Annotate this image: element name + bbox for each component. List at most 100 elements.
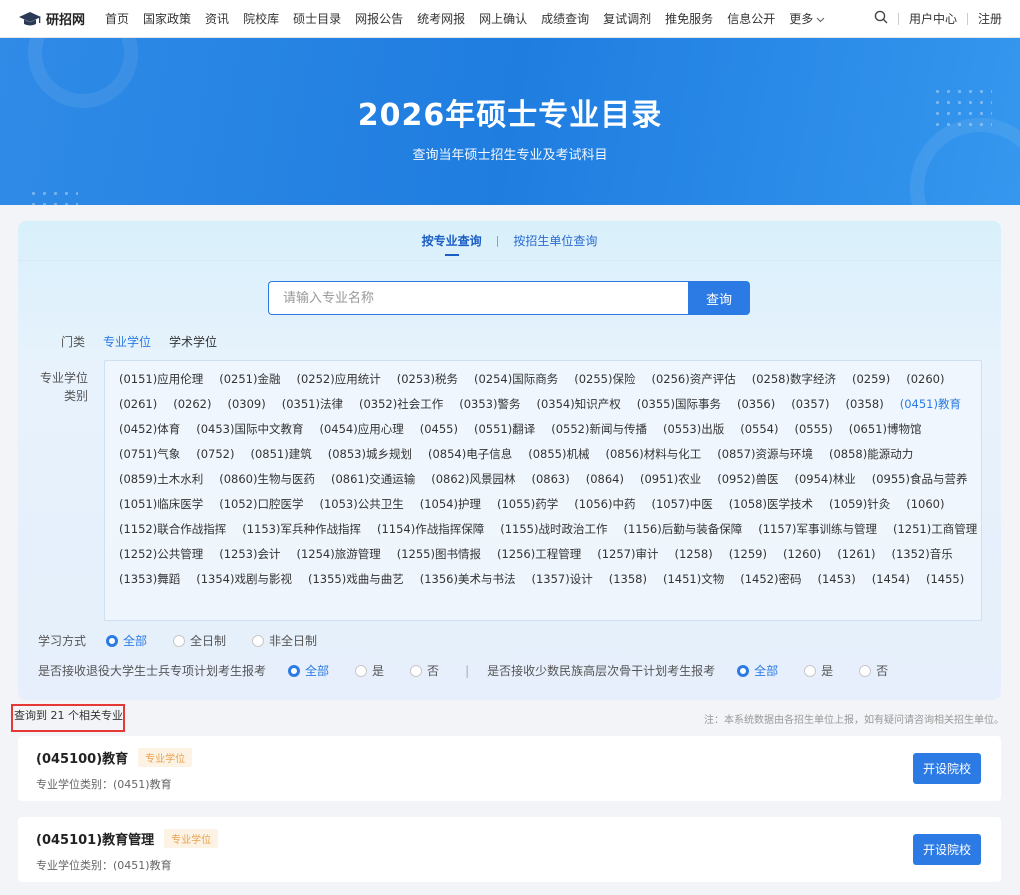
- category-option[interactable]: (1253)会计: [219, 544, 280, 569]
- category-option[interactable]: (1257)审计: [597, 544, 658, 569]
- nav-item-catalog[interactable]: 硕士目录: [293, 10, 341, 27]
- category-option[interactable]: (1053)公共卫生: [320, 494, 404, 519]
- category-option[interactable]: (0855)机械: [528, 444, 589, 469]
- category-option[interactable]: (0309): [228, 394, 266, 419]
- category-option[interactable]: (0453)国际中文教育: [196, 419, 303, 444]
- category-option[interactable]: (0955)食品与营养: [872, 469, 968, 494]
- category-option[interactable]: (0555): [795, 419, 833, 444]
- category-option[interactable]: (1356)美术与书法: [420, 569, 516, 594]
- minority-yes-radio[interactable]: 是: [804, 662, 833, 679]
- category-option[interactable]: (1357)设计: [532, 569, 593, 594]
- category-option[interactable]: (0353)警务: [459, 394, 520, 419]
- category-option[interactable]: (1259): [729, 544, 767, 569]
- category-option[interactable]: (1260): [783, 544, 821, 569]
- nav-item-policy[interactable]: 国家政策: [143, 10, 191, 27]
- register-link[interactable]: 注册: [978, 10, 1002, 27]
- category-option[interactable]: (0551)翻译: [474, 419, 535, 444]
- category-option[interactable]: (0863): [532, 469, 570, 494]
- nav-item-news[interactable]: 资讯: [205, 10, 229, 27]
- category-option[interactable]: (0951)农业: [640, 469, 701, 494]
- category-option[interactable]: (0261): [119, 394, 157, 419]
- category-option[interactable]: (1051)临床医学: [119, 494, 203, 519]
- category-option[interactable]: (1252)公共管理: [119, 544, 203, 569]
- category-option[interactable]: (0856)材料与化工: [606, 444, 702, 469]
- view-schools-button[interactable]: 开设院校: [913, 753, 981, 784]
- category-option[interactable]: (1451)文物: [663, 569, 724, 594]
- nav-item-scores[interactable]: 成绩查询: [541, 10, 589, 27]
- view-schools-button[interactable]: 开设院校: [913, 834, 981, 865]
- category-option[interactable]: (0854)电子信息: [428, 444, 512, 469]
- category-option[interactable]: (0262): [173, 394, 211, 419]
- category-option[interactable]: (1059)针灸: [829, 494, 890, 519]
- category-option[interactable]: (0857)资源与环境: [717, 444, 813, 469]
- veteran-all-radio[interactable]: 全部: [288, 662, 329, 679]
- tab-by-unit[interactable]: 按招生单位查询: [513, 222, 597, 259]
- category-option[interactable]: (1358): [609, 569, 647, 594]
- category-option[interactable]: (1152)联合作战指挥: [119, 519, 226, 544]
- minority-all-radio[interactable]: 全部: [737, 662, 778, 679]
- category-option[interactable]: (1455): [926, 569, 964, 594]
- veteran-yes-radio[interactable]: 是: [355, 662, 384, 679]
- category-option[interactable]: (0351)法律: [282, 394, 343, 419]
- category-option[interactable]: (0864): [586, 469, 624, 494]
- nav-item-announcements[interactable]: 网报公告: [355, 10, 403, 27]
- logo[interactable]: 研招网: [18, 9, 85, 28]
- category-option[interactable]: (0252)应用统计: [297, 369, 381, 394]
- nav-item-adjustment[interactable]: 复试调剂: [603, 10, 651, 27]
- category-option[interactable]: (0260): [906, 369, 944, 394]
- category-option[interactable]: (0454)应用心理: [320, 419, 404, 444]
- category-option[interactable]: (0752): [196, 444, 234, 469]
- veteran-no-radio[interactable]: 否: [410, 662, 439, 679]
- category-option[interactable]: (0861)交通运输: [331, 469, 415, 494]
- nav-item-recommendation[interactable]: 推免服务: [665, 10, 713, 27]
- category-option[interactable]: (0860)生物与医药: [219, 469, 315, 494]
- category-option[interactable]: (1057)中医: [652, 494, 713, 519]
- category-option[interactable]: (0259): [852, 369, 890, 394]
- nav-item-more[interactable]: 更多: [789, 10, 825, 27]
- nav-item-home[interactable]: 首页: [105, 10, 129, 27]
- category-option[interactable]: (1452)密码: [740, 569, 801, 594]
- category-option[interactable]: (0858)能源动力: [829, 444, 913, 469]
- category-option[interactable]: (0954)林业: [795, 469, 856, 494]
- category-option[interactable]: (1052)口腔医学: [219, 494, 303, 519]
- nav-item-schools[interactable]: 院校库: [243, 10, 279, 27]
- study-mode-all-radio[interactable]: 全部: [106, 632, 147, 649]
- category-option[interactable]: (1154)作战指挥保障: [377, 519, 484, 544]
- category-option[interactable]: (1353)舞蹈: [119, 569, 180, 594]
- category-option[interactable]: (1054)护理: [420, 494, 481, 519]
- category-option[interactable]: (0751)气象: [119, 444, 180, 469]
- category-option[interactable]: (1254)旅游管理: [297, 544, 381, 569]
- category-option[interactable]: (1251)工商管理: [893, 519, 977, 544]
- category-option[interactable]: (0256)资产评估: [652, 369, 736, 394]
- category-option[interactable]: (0553)出版: [663, 419, 724, 444]
- category-option[interactable]: (0451)教育: [900, 394, 961, 419]
- category-option[interactable]: (0651)博物馆: [849, 419, 922, 444]
- category-option[interactable]: (1352)音乐: [892, 544, 953, 569]
- category-option[interactable]: (0554): [740, 419, 778, 444]
- tab-by-major[interactable]: 按专业查询: [422, 222, 482, 259]
- category-option[interactable]: (0254)国际商务: [474, 369, 558, 394]
- category-option[interactable]: (1056)中药: [574, 494, 635, 519]
- category-option[interactable]: (0356): [737, 394, 775, 419]
- search-icon[interactable]: [874, 10, 888, 27]
- category-option[interactable]: (1256)工程管理: [497, 544, 581, 569]
- search-input[interactable]: [268, 281, 688, 315]
- category-option[interactable]: (1155)战时政治工作: [500, 519, 607, 544]
- category-option[interactable]: (1060): [906, 494, 944, 519]
- major-title[interactable]: (045101)教育管理: [36, 829, 154, 848]
- category-option[interactable]: (1255)图书情报: [397, 544, 481, 569]
- major-title[interactable]: (045100)教育: [36, 748, 128, 767]
- category-option[interactable]: (1156)后勤与装备保障: [624, 519, 743, 544]
- category-option[interactable]: (0255)保险: [574, 369, 635, 394]
- category-option[interactable]: (1258): [675, 544, 713, 569]
- category-option[interactable]: (0853)城乡规划: [328, 444, 412, 469]
- category-option[interactable]: (0952)兽医: [717, 469, 778, 494]
- study-mode-fulltime-radio[interactable]: 全日制: [173, 632, 226, 649]
- search-button[interactable]: 查询: [688, 281, 750, 315]
- study-mode-parttime-radio[interactable]: 非全日制: [252, 632, 317, 649]
- nav-item-confirmation[interactable]: 网上确认: [479, 10, 527, 27]
- user-center-link[interactable]: 用户中心: [909, 10, 957, 27]
- category-option[interactable]: (1157)军事训练与管理: [758, 519, 877, 544]
- category-option[interactable]: (0355)国际事务: [637, 394, 721, 419]
- category-option[interactable]: (0859)土木水利: [119, 469, 203, 494]
